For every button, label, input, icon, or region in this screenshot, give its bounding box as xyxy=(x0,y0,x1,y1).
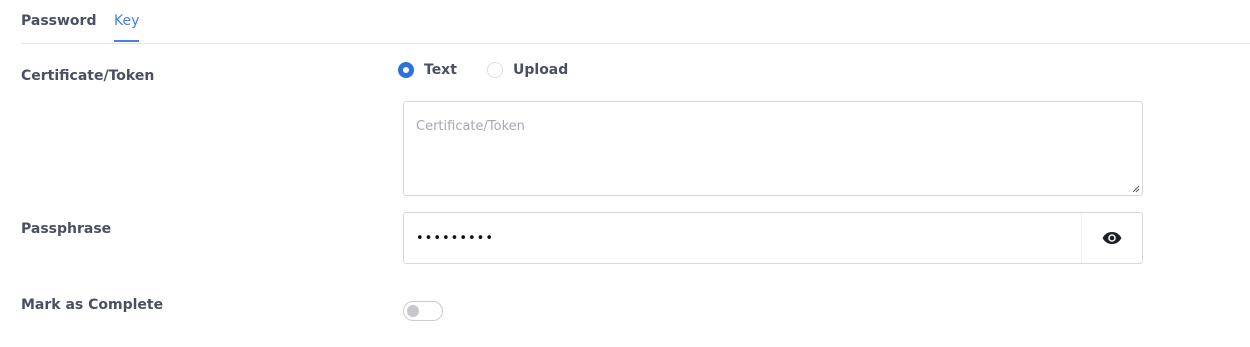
passphrase-field xyxy=(403,212,1143,264)
mark-complete-toggle[interactable] xyxy=(403,301,443,321)
radio-upload[interactable]: Upload xyxy=(487,62,568,78)
show-passphrase-button[interactable] xyxy=(1081,213,1142,263)
eye-icon xyxy=(1102,232,1122,244)
key-credentials-form: Password Key Certificate/Token Text Uplo… xyxy=(0,0,1250,347)
toggle-knob xyxy=(407,305,419,317)
certificate-token-textarea[interactable] xyxy=(404,102,1142,195)
passphrase-label: Passphrase xyxy=(21,221,112,237)
radio-text-dot[interactable] xyxy=(398,62,414,78)
certificate-token-label: Certificate/Token xyxy=(21,68,155,84)
resize-handle-icon[interactable] xyxy=(1132,185,1140,193)
radio-upload-dot[interactable] xyxy=(487,62,503,78)
radio-upload-label: Upload xyxy=(513,62,569,78)
radio-text[interactable]: Text xyxy=(398,62,457,78)
passphrase-input[interactable] xyxy=(404,213,1081,263)
certificate-token-field xyxy=(403,101,1143,196)
mark-complete-label: Mark as Complete xyxy=(21,297,164,313)
credential-tabs: Password Key xyxy=(21,0,1250,44)
tab-password[interactable]: Password xyxy=(21,13,96,29)
tab-key[interactable]: Key xyxy=(114,13,140,42)
radio-text-label: Text xyxy=(424,62,457,78)
